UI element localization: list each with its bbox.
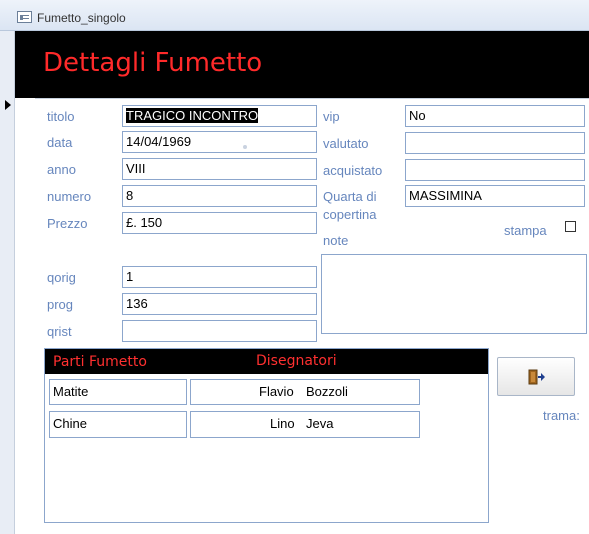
quarta-label-line1: Quarta di bbox=[323, 189, 377, 204]
exit-button[interactable] bbox=[497, 357, 575, 396]
prog-label: prog bbox=[47, 297, 74, 312]
stampa-label: stampa bbox=[504, 223, 547, 238]
data-field[interactable]: 14/04/1969 bbox=[122, 131, 317, 153]
prog-field[interactable]: 136 bbox=[122, 293, 317, 315]
detail-separator bbox=[35, 98, 589, 99]
numero-label: numero bbox=[47, 189, 92, 204]
vip-field[interactable]: No bbox=[405, 105, 585, 127]
row2-cognome: Jeva bbox=[306, 416, 334, 431]
acquistato-label: acquistato bbox=[323, 163, 383, 178]
note-label: note bbox=[323, 233, 349, 248]
row2-nome: Lino bbox=[270, 416, 295, 431]
trama-label: trama: bbox=[543, 408, 580, 423]
row1-cognome: Bozzoli bbox=[306, 384, 348, 399]
row2-disegnatore-field[interactable]: Lino Jeva bbox=[190, 411, 420, 438]
note-textarea[interactable] bbox=[321, 254, 587, 334]
form-title: Dettagli Fumetto bbox=[43, 48, 263, 78]
titolo-label: titolo bbox=[47, 109, 75, 124]
quarta-field[interactable]: MASSIMINA bbox=[405, 185, 585, 207]
row1-disegnatore-field[interactable]: Flavio Bozzoli bbox=[190, 379, 420, 405]
prezzo-field[interactable]: £. 150 bbox=[122, 212, 317, 234]
titolo-value: TRAGICO INCONTRO bbox=[126, 108, 259, 123]
qrist-field[interactable] bbox=[122, 320, 317, 342]
row1-parte-field[interactable]: Matite bbox=[49, 379, 187, 405]
prezzo-label: Prezzo bbox=[47, 216, 88, 231]
col-disegnatori-header: Disegnatori bbox=[256, 353, 337, 369]
form-icon bbox=[17, 11, 32, 23]
exit-door-icon bbox=[528, 369, 545, 385]
qrist-label: qrist bbox=[47, 324, 72, 339]
vip-label: vip bbox=[323, 109, 340, 124]
row1-nome: Flavio bbox=[259, 384, 294, 399]
data-label: data bbox=[47, 135, 73, 150]
window-title: Fumetto_singolo bbox=[37, 11, 126, 25]
stampa-checkbox[interactable] bbox=[565, 221, 576, 232]
date-picker-icon bbox=[243, 145, 247, 149]
current-record-arrow-icon bbox=[5, 100, 11, 110]
acquistato-field[interactable] bbox=[405, 159, 585, 181]
valutato-field[interactable] bbox=[405, 132, 585, 154]
col-parti-header: Parti Fumetto bbox=[53, 354, 147, 370]
valutato-label: valutato bbox=[323, 136, 369, 151]
numero-field[interactable]: 8 bbox=[122, 185, 317, 207]
qorig-label: qorig bbox=[47, 270, 76, 285]
anno-field[interactable]: VIII bbox=[122, 158, 317, 180]
anno-label: anno bbox=[47, 162, 76, 177]
quarta-label-line2: copertina bbox=[323, 207, 377, 222]
row2-parte-field[interactable]: Chine bbox=[49, 411, 187, 438]
titolo-field[interactable]: TRAGICO INCONTRO bbox=[122, 105, 317, 127]
qorig-field[interactable]: 1 bbox=[122, 266, 317, 288]
